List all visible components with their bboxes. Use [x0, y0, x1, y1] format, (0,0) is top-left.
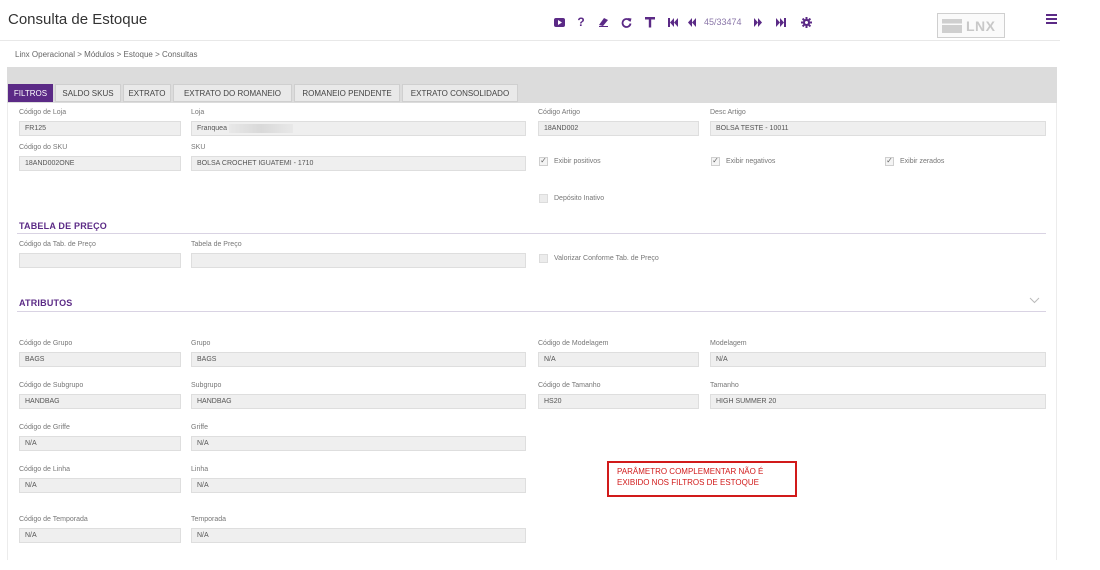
subgrupo-field[interactable]: HANDBAG: [191, 394, 526, 409]
codigo-loja-field[interactable]: FR125: [19, 121, 181, 136]
valorizar-label: Valorizar Conforme Tab. de Preço: [554, 254, 659, 262]
codigo-tab-preco-label: Código da Tab. de Preço: [19, 241, 96, 248]
checkbox-unchecked-icon: [539, 193, 548, 203]
tab-saldo-skus[interactable]: SALDO SKUS: [55, 84, 121, 102]
modelagem-field[interactable]: N/A: [710, 352, 1046, 367]
logo-mark-icon: [942, 18, 962, 33]
header-divider: [0, 40, 1060, 41]
first-record-icon[interactable]: [662, 17, 684, 27]
tamanho-field[interactable]: HIGH SUMMER 20: [710, 394, 1046, 409]
codigo-linha-field[interactable]: N/A: [19, 478, 181, 493]
tabela-preco-heading: TABELA DE PREÇO: [19, 221, 108, 231]
codigo-subgrupo-label: Código de Subgrupo: [19, 382, 84, 389]
codigo-loja-label: Código de Loja: [19, 109, 67, 116]
refresh-icon[interactable]: [614, 17, 638, 28]
codigo-grupo-label: Código de Grupo: [19, 340, 73, 347]
codigo-modelagem-field[interactable]: N/A: [538, 352, 699, 367]
redacted-text: [228, 123, 293, 133]
tabela-preco-field[interactable]: [191, 253, 526, 268]
codigo-temporada-label: Código de Temporada: [19, 516, 88, 523]
grupo-field[interactable]: BAGS: [191, 352, 526, 367]
codigo-grupo-field[interactable]: BAGS: [19, 352, 181, 367]
codigo-tamanho-field[interactable]: HS20: [538, 394, 699, 409]
sku-field[interactable]: BOLSA CROCHET IGUATEMI - 1710: [191, 156, 526, 171]
section-divider: [17, 311, 1046, 312]
section-divider: [17, 233, 1046, 234]
subgrupo-label: Subgrupo: [191, 382, 222, 389]
last-record-icon[interactable]: [766, 17, 796, 27]
annotation-line-2: EXIBIDO NOS FILTROS DE ESTOQUE: [617, 478, 759, 487]
exibir-negativos-label: Exibir negativos: [726, 157, 776, 165]
valorizar-checkbox[interactable]: Valorizar Conforme Tab. de Preço: [539, 252, 659, 264]
linha-field[interactable]: N/A: [191, 478, 526, 493]
sku-label: SKU: [191, 144, 206, 151]
desc-artigo-field[interactable]: BOLSA TESTE - 10011: [710, 121, 1046, 136]
settings-icon[interactable]: [796, 16, 818, 28]
griffe-field[interactable]: N/A: [191, 436, 526, 451]
codigo-griffe-label: Código de Griffe: [19, 424, 70, 431]
previous-record-icon[interactable]: [684, 17, 700, 27]
tabela-preco-label: Tabela de Preço: [191, 241, 242, 248]
codigo-sku-field[interactable]: 18AND002ONE: [19, 156, 181, 171]
codigo-griffe-field[interactable]: N/A: [19, 436, 181, 451]
atributos-heading: ATRIBUTOS: [19, 298, 73, 308]
page-title: Consulta de Estoque: [8, 11, 148, 28]
hamburger-menu-icon[interactable]: [1046, 14, 1057, 26]
next-record-icon[interactable]: [750, 17, 766, 27]
tab-extrato[interactable]: EXTRATO: [123, 84, 171, 102]
loja-label: Loja: [191, 109, 205, 116]
breadcrumb: Linx Operacional > Módulos > Estoque > C…: [15, 50, 198, 59]
deposito-inativo-checkbox[interactable]: Depósito Inativo: [539, 192, 604, 204]
help-icon[interactable]: ?: [570, 15, 592, 29]
temporada-label: Temporada: [191, 516, 227, 523]
temporada-field[interactable]: N/A: [191, 528, 526, 543]
deposito-inativo-label: Depósito Inativo: [554, 194, 605, 202]
desc-artigo-label: Desc Artigo: [710, 109, 746, 116]
exibir-negativos-checkbox[interactable]: ✓ Exibir negativos: [711, 155, 775, 167]
codigo-temporada-field[interactable]: N/A: [19, 528, 181, 543]
checkbox-checked-icon: ✓: [711, 156, 720, 166]
griffe-label: Griffe: [191, 424, 208, 431]
toolbar: ? 45/33474: [548, 10, 818, 34]
codigo-modelagem-label: Código de Modelagem: [538, 340, 609, 347]
record-position: 45/33474: [704, 17, 742, 27]
tab-extrato-consolidado[interactable]: EXTRATO CONSOLIDADO: [402, 84, 518, 102]
annotation-line-1: PARÂMETRO COMPLEMENTAR NÃO É: [617, 467, 764, 476]
tab-extrato-do-romaneio[interactable]: EXTRATO DO ROMANEIO: [173, 84, 292, 102]
exibir-zerados-checkbox[interactable]: ✓ Exibir zerados: [885, 155, 944, 167]
grupo-label: Grupo: [191, 340, 211, 347]
brand-logo: LNX: [937, 13, 1005, 38]
exibir-zerados-label: Exibir zerados: [900, 157, 945, 165]
exibir-positivos-label: Exibir positivos: [554, 157, 601, 165]
loja-value: Franquea: [197, 125, 227, 132]
codigo-tamanho-label: Código de Tamanho: [538, 382, 601, 389]
logo-text: LNX: [966, 17, 996, 34]
exibir-positivos-checkbox[interactable]: ✓ Exibir positivos: [539, 155, 601, 167]
filter-icon[interactable]: [638, 16, 662, 28]
tab-romaneio-pendente[interactable]: ROMANEIO PENDENTE: [294, 84, 400, 102]
codigo-artigo-label: Código Artigo: [538, 109, 581, 116]
chevron-down-icon[interactable]: [1029, 296, 1040, 307]
checkbox-unchecked-icon: [539, 253, 548, 263]
checkbox-checked-icon: ✓: [885, 156, 894, 166]
linha-label: Linha: [191, 466, 209, 473]
codigo-linha-label: Código de Linha: [19, 466, 70, 473]
loja-field[interactable]: Franquea: [191, 121, 526, 136]
annotation-callout: PARÂMETRO COMPLEMENTAR NÃO É EXIBIDO NOS…: [607, 461, 797, 497]
codigo-sku-label: Código do SKU: [19, 144, 68, 151]
modelagem-label: Modelagem: [710, 340, 747, 347]
tamanho-label: Tamanho: [710, 382, 739, 389]
tab-filtros[interactable]: FILTROS: [8, 84, 53, 102]
eraser-icon[interactable]: [592, 17, 614, 27]
codigo-tab-preco-field[interactable]: [19, 253, 181, 268]
codigo-artigo-field[interactable]: 18AND002: [538, 121, 699, 136]
codigo-subgrupo-field[interactable]: HANDBAG: [19, 394, 181, 409]
checkbox-checked-icon: ✓: [539, 156, 548, 166]
youtube-icon[interactable]: [548, 17, 570, 27]
